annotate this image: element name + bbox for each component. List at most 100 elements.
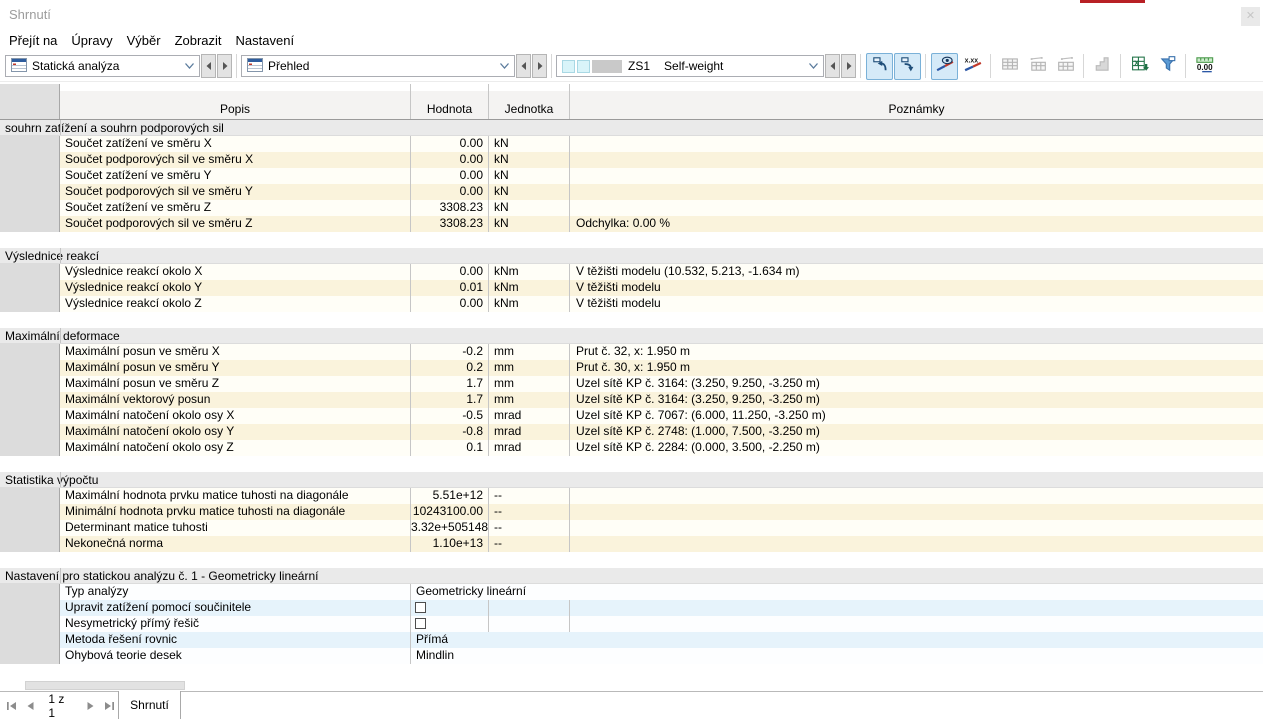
jednotka-cell[interactable]: kN — [489, 184, 570, 200]
jump-back-button[interactable] — [866, 52, 893, 80]
hodnota-cell[interactable]: -0.8 — [411, 424, 489, 440]
hodnota-cell[interactable]: 10243100.00 — [411, 504, 489, 520]
decimal-display-button[interactable]: x.xx — [959, 53, 986, 80]
checkbox[interactable] — [415, 618, 426, 629]
hodnota-cell[interactable]: 3.32e+505148 — [411, 520, 489, 536]
popis-cell[interactable]: Minimální hodnota prvku matice tuhosti n… — [60, 504, 411, 520]
popis-cell[interactable]: Maximální natočení okolo osy Y — [60, 424, 411, 440]
popis-cell[interactable]: Součet zatížení ve směru Y — [60, 168, 411, 184]
table-view-combo[interactable]: Přehled — [241, 55, 515, 77]
hodnota-cell[interactable] — [411, 616, 489, 632]
jednotka-cell[interactable]: kN — [489, 168, 570, 184]
hodnota-cell[interactable]: 3308.23 — [411, 200, 489, 216]
poznamky-cell[interactable] — [570, 504, 1263, 520]
jednotka-cell[interactable]: -- — [489, 488, 570, 504]
first-page-button[interactable] — [3, 697, 19, 715]
popis-cell[interactable]: Determinant matice tuhosti — [60, 520, 411, 536]
next-page-button[interactable] — [83, 697, 99, 715]
horizontal-scrollbar-thumb[interactable] — [25, 681, 185, 690]
hodnota-cell[interactable] — [411, 600, 489, 616]
popis-cell[interactable]: Typ analýzy — [60, 584, 411, 600]
poznamky-cell[interactable]: Uzel sítě KP č. 2748: (1.000, 7.500, -3.… — [570, 424, 1263, 440]
jump-forward-button[interactable] — [894, 52, 921, 80]
poznamky-cell[interactable] — [570, 616, 1263, 632]
hodnota-cell[interactable]: 1.10e+13 — [411, 536, 489, 552]
poznamky-cell[interactable] — [570, 168, 1263, 184]
poznamky-cell[interactable]: Odchylka: 0.00 % — [570, 216, 1263, 232]
analysis-prev-button[interactable] — [201, 54, 216, 78]
table-view-next-button[interactable] — [532, 54, 547, 78]
popis-cell[interactable]: Součet podporových sil ve směru Y — [60, 184, 411, 200]
poznamky-cell[interactable] — [570, 536, 1263, 552]
popis-cell[interactable]: Maximální natočení okolo osy Z — [60, 440, 411, 456]
poznamky-cell[interactable]: Uzel sítě KP č. 2284: (0.000, 3.500, -2.… — [570, 440, 1263, 456]
jednotka-cell[interactable]: -- — [489, 504, 570, 520]
jednotka-cell[interactable]: kN — [489, 136, 570, 152]
menu-item-v-b-r[interactable]: Výběr — [120, 31, 168, 50]
poznamky-cell[interactable] — [570, 200, 1263, 216]
jednotka-cell[interactable]: kNm — [489, 296, 570, 312]
jednotka-cell[interactable] — [489, 616, 570, 632]
poznamky-cell[interactable]: Uzel sítě KP č. 3164: (3.250, 9.250, -3.… — [570, 392, 1263, 408]
checkbox[interactable] — [415, 602, 426, 613]
jednotka-cell[interactable]: kNm — [489, 280, 570, 296]
loadcase-combo[interactable]: ZS1 Self-weight — [556, 55, 824, 77]
jednotka-cell[interactable]: mm — [489, 392, 570, 408]
jednotka-cell[interactable]: -- — [489, 536, 570, 552]
value-span-cell[interactable]: Mindlin — [411, 648, 1263, 664]
chart-button[interactable] — [1089, 53, 1116, 80]
popis-cell[interactable]: Ohybová teorie desek — [60, 648, 411, 664]
hodnota-cell[interactable]: 0.01 — [411, 280, 489, 296]
jednotka-cell[interactable]: mm — [489, 376, 570, 392]
close-button[interactable]: ✕ — [1241, 7, 1260, 26]
loadcase-next-button[interactable] — [841, 54, 856, 78]
hodnota-cell[interactable]: 0.2 — [411, 360, 489, 376]
popis-cell[interactable]: Výslednice reakcí okolo Y — [60, 280, 411, 296]
jednotka-cell[interactable]: mrad — [489, 440, 570, 456]
poznamky-cell[interactable]: V těžišti modelu — [570, 280, 1263, 296]
table-grid-button[interactable] — [996, 53, 1023, 80]
units-decimals-button[interactable]: 0.00 — [1191, 53, 1218, 80]
poznamky-cell[interactable]: Prut č. 30, x: 1.950 m — [570, 360, 1263, 376]
hodnota-cell[interactable]: 5.51e+12 — [411, 488, 489, 504]
loadcase-prev-button[interactable] — [825, 54, 840, 78]
hodnota-cell[interactable]: 0.1 — [411, 440, 489, 456]
poznamky-cell[interactable] — [570, 600, 1263, 616]
popis-cell[interactable]: Výslednice reakcí okolo Z — [60, 296, 411, 312]
popis-cell[interactable]: Maximální posun ve směru Z — [60, 376, 411, 392]
popis-cell[interactable]: Nekonečná norma — [60, 536, 411, 552]
popis-cell[interactable]: Výslednice reakcí okolo X — [60, 264, 411, 280]
value-span-cell[interactable]: Přímá — [411, 632, 1263, 648]
jednotka-cell[interactable]: mm — [489, 344, 570, 360]
hodnota-cell[interactable]: 0.00 — [411, 264, 489, 280]
poznamky-cell[interactable]: Prut č. 32, x: 1.950 m — [570, 344, 1263, 360]
hodnota-cell[interactable]: 0.00 — [411, 136, 489, 152]
poznamky-cell[interactable] — [570, 488, 1263, 504]
analysis-type-combo[interactable]: Statická analýza — [5, 55, 200, 77]
jednotka-cell[interactable]: mrad — [489, 408, 570, 424]
menu-item-nastaven-[interactable]: Nastavení — [229, 31, 302, 50]
popis-cell[interactable]: Součet podporových sil ve směru Z — [60, 216, 411, 232]
poznamky-cell[interactable]: Uzel sítě KP č. 3164: (3.250, 9.250, -3.… — [570, 376, 1263, 392]
menu-item-p-ej-t-na[interactable]: Přejít na — [2, 31, 64, 50]
hodnota-cell[interactable]: -0.2 — [411, 344, 489, 360]
poznamky-cell[interactable]: V těžišti modelu — [570, 296, 1263, 312]
prev-page-button[interactable] — [22, 697, 38, 715]
hodnota-cell[interactable]: 0.00 — [411, 184, 489, 200]
poznamky-cell[interactable] — [570, 152, 1263, 168]
hodnota-cell[interactable]: 0.00 — [411, 296, 489, 312]
hodnota-cell[interactable]: 1.7 — [411, 392, 489, 408]
last-page-button[interactable] — [102, 697, 118, 715]
popis-cell[interactable]: Maximální posun ve směru Y — [60, 360, 411, 376]
hodnota-cell[interactable]: 3308.23 — [411, 216, 489, 232]
hodnota-cell[interactable]: 0.00 — [411, 152, 489, 168]
hodnota-cell[interactable]: -0.5 — [411, 408, 489, 424]
poznamky-cell[interactable] — [570, 184, 1263, 200]
menu-item-zobrazit[interactable]: Zobrazit — [168, 31, 229, 50]
jednotka-cell[interactable]: -- — [489, 520, 570, 536]
tab-shrnuti[interactable]: Shrnutí — [118, 691, 181, 719]
jednotka-cell[interactable]: kN — [489, 152, 570, 168]
jednotka-cell[interactable]: mm — [489, 360, 570, 376]
poznamky-cell[interactable] — [570, 520, 1263, 536]
popis-cell[interactable]: Maximální vektorový posun — [60, 392, 411, 408]
